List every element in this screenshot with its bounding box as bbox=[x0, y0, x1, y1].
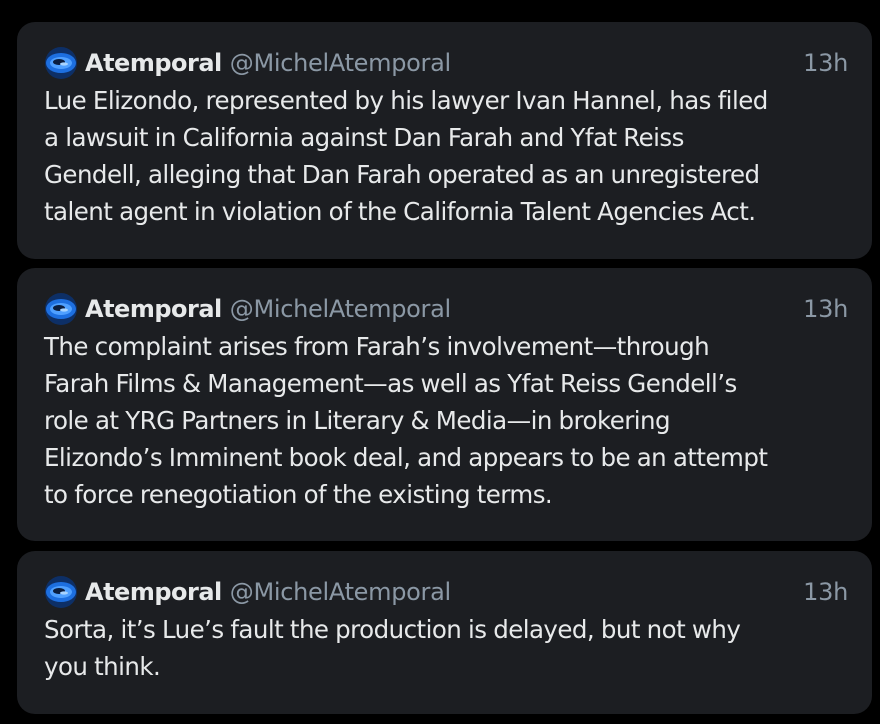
avatar[interactable] bbox=[44, 575, 78, 609]
blue-swirl-icon bbox=[45, 576, 77, 608]
post-header: Atemporal @MichelAtemporal 13h bbox=[44, 575, 848, 609]
avatar[interactable] bbox=[44, 292, 78, 326]
post-card[interactable]: Atemporal @MichelAtemporal 13h Sorta, it… bbox=[17, 551, 872, 714]
user-handle[interactable]: @MichelAtemporal bbox=[230, 295, 451, 323]
user-handle[interactable]: @MichelAtemporal bbox=[230, 578, 451, 606]
timestamp[interactable]: 13h bbox=[803, 578, 848, 606]
timestamp[interactable]: 13h bbox=[803, 295, 848, 323]
post-header: Atemporal @MichelAtemporal 13h bbox=[44, 46, 848, 80]
post-text-line: you think. bbox=[44, 652, 161, 681]
avatar[interactable] bbox=[44, 46, 78, 80]
display-name[interactable]: Atemporal bbox=[85, 49, 222, 77]
timestamp[interactable]: 13h bbox=[803, 49, 848, 77]
post-text-line: Gendell, alleging that Dan Farah operate… bbox=[44, 160, 760, 189]
post-text-line: role at YRG Partners in Literary & Media… bbox=[44, 406, 671, 435]
blue-swirl-icon bbox=[45, 293, 77, 325]
blue-swirl-icon bbox=[45, 47, 77, 79]
post-card[interactable]: Atemporal @MichelAtemporal 13h The compl… bbox=[17, 268, 872, 541]
display-name[interactable]: Atemporal bbox=[85, 295, 222, 323]
post-text-line: Elizondo’s Imminent book deal, and appea… bbox=[44, 443, 768, 472]
post-text-line: talent agent in violation of the Califor… bbox=[44, 197, 756, 226]
display-name[interactable]: Atemporal bbox=[85, 578, 222, 606]
post-text-line: Lue Elizondo, represented by his lawyer … bbox=[44, 86, 768, 115]
post-text-line: Farah Films & Management—as well as Yfat… bbox=[44, 369, 737, 398]
post-text: Lue Elizondo, represented by his lawyer … bbox=[44, 82, 848, 230]
user-handle[interactable]: @MichelAtemporal bbox=[230, 49, 451, 77]
post-text-line: a lawsuit in California against Dan Fara… bbox=[44, 123, 684, 152]
post-card[interactable]: Atemporal @MichelAtemporal 13h Lue Elizo… bbox=[17, 22, 872, 259]
post-text: Sorta, it’s Lue’s fault the production i… bbox=[44, 611, 848, 685]
post-text-line: Sorta, it’s Lue’s fault the production i… bbox=[44, 615, 741, 644]
post-header: Atemporal @MichelAtemporal 13h bbox=[44, 292, 848, 326]
post-text-line: to force renegotiation of the existing t… bbox=[44, 480, 553, 509]
post-text-line: The complaint arises from Farah’s involv… bbox=[44, 332, 710, 361]
post-feed: Atemporal @MichelAtemporal 13h Lue Elizo… bbox=[0, 0, 880, 724]
post-text: The complaint arises from Farah’s involv… bbox=[44, 328, 848, 513]
